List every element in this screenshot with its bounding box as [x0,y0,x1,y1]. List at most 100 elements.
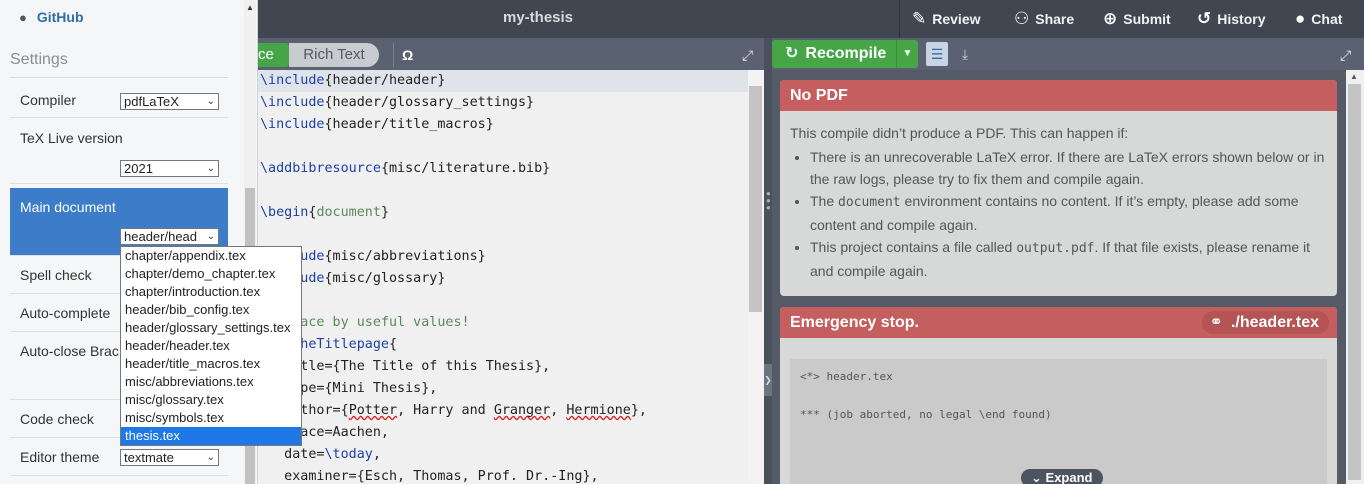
pdf-pane: No PDF This compile didn’t produce a PDF… [772,70,1364,484]
editor-theme-select[interactable]: textmate ⌄ [120,449,219,466]
pdf-scrollbar[interactable]: ▲ [1346,70,1364,484]
reason-item: This project contains a file called outp… [810,236,1327,282]
scroll-up-icon[interactable]: ▲ [246,3,254,12]
emergency-title: Emergency stop. [790,314,919,331]
tab-source[interactable]: ce [258,43,289,67]
setting-texlive: TeX Live version 2021 ⌄ [10,118,228,184]
pdf-toolbar: ↻ Recompile ▼ ☰ ⤓ ⤢ [772,38,1364,70]
auto-close-label: Auto-close Brac [20,343,119,359]
expand-icon[interactable]: ⤢ [742,47,753,64]
github-link[interactable]: ● GitHub [19,9,84,25]
no-pdf-body: This compile didn’t produce a PDF. This … [780,111,1337,290]
submit-label: Submit [1123,11,1171,27]
drag-handle-icon[interactable]: ● ● ● [766,190,771,212]
download-icon[interactable]: ⤓ [954,42,976,66]
dropdown-option[interactable]: misc/abbreviations.tex [121,373,301,391]
code-line: \include{header/header} [258,70,748,92]
emergency-header: Emergency stop. ⚭ ./header.tex [780,307,1337,338]
divider [10,77,228,78]
texlive-label: TeX Live version [20,130,123,146]
dropdown-option[interactable]: misc/symbols.tex [121,409,301,427]
texlive-value: 2021 [124,161,153,176]
editor-theme-value: textmate [124,450,174,465]
dropdown-option[interactable]: header/header.tex [121,337,301,355]
chevron-down-icon[interactable]: ▼ [896,40,918,68]
expand-icon[interactable]: ⤢ [1340,47,1351,64]
reason-code: document [838,195,901,210]
scroll-up-icon[interactable]: ▲ [1350,72,1358,81]
editor-toolbar: ce Rich Text Ω ⤢ [258,38,764,70]
dropdown-option[interactable]: chapter/introduction.tex [121,283,301,301]
code-editor[interactable]: \include{header/header} \include{header/… [258,70,748,484]
refresh-icon: ↻ [785,45,799,62]
compiler-select[interactable]: pdfLaTeX ⌄ [120,93,219,110]
tab-rich-text[interactable]: Rich Text [289,43,379,67]
chat-icon: ● [1295,9,1306,28]
code-line: uthor={Potter, Harry and Granger, Hermio… [260,403,647,418]
auto-complete-label: Auto-complete [20,305,111,321]
code-line: \begin{document} [260,205,389,220]
code-line: examiner={Esch, Thomas, Prof. Dr.-Ing}, [260,469,599,484]
recompile-button[interactable]: ↻ Recompile ▼ [772,40,918,68]
expand-log-button[interactable]: ⌄ Expand [1021,469,1103,484]
scrollbar-thumb[interactable] [749,86,762,312]
project-title: my-thesis [502,9,574,26]
compiler-label: Compiler [20,92,77,108]
chevron-down-icon: ⌄ [206,452,215,463]
chevron-down-icon: ⌄ [1031,470,1042,484]
main-document-select[interactable]: header/head ⌄ [120,228,219,245]
dropdown-option[interactable]: chapter/demo_chapter.tex [121,265,301,283]
dropdown-option[interactable]: header/bib_config.tex [121,301,301,319]
github-icon: ● [19,9,27,25]
review-icon: ✎ [912,9,927,28]
collapse-pane-icon[interactable]: ❯ [764,364,772,396]
no-pdf-title: No PDF [780,80,1337,111]
no-pdf-card: No PDF This compile didn’t produce a PDF… [780,80,1337,296]
submit-button[interactable]: ⊕ Submit [1103,0,1171,38]
spell-check-label: Spell check [20,267,92,283]
file-link-label: ./header.tex [1230,314,1319,331]
github-label: GitHub [36,9,84,25]
chevron-down-icon: ⌄ [206,163,215,174]
settings-heading: Settings [10,51,68,68]
code-line: date=\today, [260,447,381,462]
editor-scrollbar[interactable] [748,70,764,484]
dropdown-option-selected[interactable]: thesis.tex [121,427,301,445]
log-output: <*> header.tex *** (job aborted, no lega… [790,359,1327,484]
scrollbar-thumb[interactable] [1348,84,1361,480]
reason-item: The document environment contains no con… [810,190,1327,236]
editor-theme-label: Editor theme [20,449,100,465]
dropdown-option[interactable]: chapter/appendix.tex [121,247,301,265]
reasons-list: There is an unrecoverable LaTeX error. I… [790,146,1327,282]
symbol-palette-button[interactable]: Ω [393,43,413,67]
dropdown-option[interactable]: header/glossary_settings.tex [121,319,301,337]
chevron-down-icon: ⌄ [206,231,215,242]
history-button[interactable]: ↺ History [1197,0,1265,38]
chat-label: Chat [1311,11,1343,27]
compiler-value: pdfLaTeX [124,94,179,109]
pane-splitter[interactable]: ● ● ● ❯ [764,38,772,484]
reason-item: There is an unrecoverable LaTeX error. I… [810,146,1327,190]
share-icon: ⚇ [1014,9,1030,28]
logs-toggle-icon[interactable]: ☰ [926,42,948,66]
dropdown-option[interactable]: header/title_macros.tex [121,355,301,373]
code-line: \include{header/title_macros} [260,117,494,132]
code-line: \addbibresource{misc/literature.bib} [260,161,551,176]
reason-text: This project contains a file called [810,239,1017,255]
reason-code: output.pdf [1016,241,1095,256]
chat-button[interactable]: ● Chat [1295,0,1342,38]
code-line: \include{header/glossary_settings} [260,95,535,110]
dropdown-option[interactable]: misc/glossary.tex [121,391,301,409]
code-line: itle={The Title of this Thesis}, [260,359,551,374]
reason-text: The [810,193,839,209]
texlive-select[interactable]: 2021 ⌄ [120,160,219,177]
main-document-dropdown: chapter/appendix.tex chapter/demo_chapte… [120,246,302,446]
link-icon: ⚭ [1209,314,1223,331]
emergency-stop-card: Emergency stop. ⚭ ./header.tex <*> heade… [780,307,1337,484]
review-button[interactable]: ✎ Review [912,0,981,38]
share-button[interactable]: ⚇ Share [1014,0,1074,38]
expand-label: Expand [1045,470,1093,484]
submit-icon: ⊕ [1103,9,1118,28]
review-label: Review [932,11,981,27]
file-link[interactable]: ⚭ ./header.tex [1201,311,1329,334]
